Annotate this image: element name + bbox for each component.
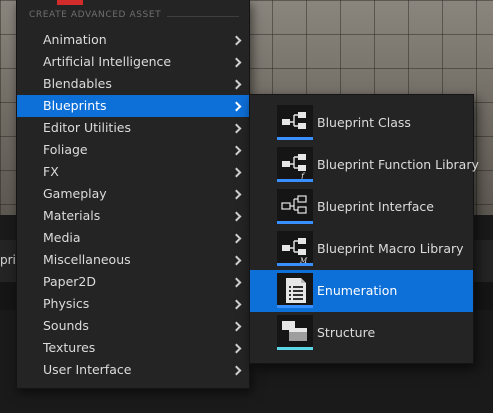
chevron-right-icon [231,167,242,178]
menu-item-label: Paper2D [43,274,96,289]
blueprint-class-icon [277,105,313,140]
section-header: CREATE ADVANCED ASSET [29,10,162,20]
create-advanced-asset-menu: CREATE ADVANCED ASSET Animation Artificia… [16,0,250,389]
asset-type-color-bar [277,347,313,350]
chevron-right-icon [231,189,242,200]
menu-item-label: Media [43,230,81,245]
chevron-right-icon [231,211,242,222]
menu-item-label: Foliage [43,142,88,157]
menu-item-paper2d[interactable]: Paper2D [17,271,249,293]
menu-item-foliage[interactable]: Foliage [17,139,249,161]
enumeration-icon [277,273,313,308]
menu-item-label: FX [43,164,59,179]
asset-type-color-bar [277,137,313,140]
menu-item-label: Sounds [43,318,89,333]
chevron-right-icon [231,79,242,90]
section-divider [167,16,239,17]
menu-item-physics[interactable]: Physics [17,293,249,315]
menu-item-fx[interactable]: FX [17,161,249,183]
menu-item-editor-utilities[interactable]: Editor Utilities [17,117,249,139]
asset-type-color-bar [277,263,313,266]
chevron-right-icon [231,255,242,266]
chevron-right-icon [231,365,242,376]
menu-item-blendables[interactable]: Blendables [17,73,249,95]
menu-item-media[interactable]: Media [17,227,249,249]
blueprints-submenu: Blueprint Class f Blueprint Function Libr… [249,94,479,364]
blueprint-function-library-icon: f [277,147,313,182]
menu-item-sounds[interactable]: Sounds [17,315,249,337]
chevron-right-icon [231,343,242,354]
asset-type-color-bar [277,221,313,224]
submenu-item-blueprint-function-library[interactable]: f Blueprint Function Library [250,144,479,186]
menu-item-label: Miscellaneous [43,252,131,267]
menu-item-label: Blueprints [43,98,107,113]
chevron-right-icon [231,35,242,46]
menu-item-label: Blendables [43,76,112,91]
menu-item-label: Animation [43,32,107,47]
submenu-item-label: Blueprint Interface [317,199,434,214]
menu-anchor-tab [57,0,83,5]
submenu-item-list: Blueprint Class f Blueprint Function Libr… [250,102,479,354]
submenu-item-label: Blueprint Class [317,115,411,130]
submenu-item-label: Structure [317,325,376,340]
menu-item-label: Textures [43,340,96,355]
chevron-right-icon [231,101,242,112]
chevron-right-icon [231,123,242,134]
asset-type-color-bar [277,305,313,308]
menu-item-miscellaneous[interactable]: Miscellaneous [17,249,249,271]
submenu-item-label: Blueprint Macro Library [317,241,464,256]
blueprint-interface-icon [277,189,313,224]
menu-item-list: Animation Artificial Intelligence Blendabl… [17,29,249,381]
submenu-item-blueprint-class[interactable]: Blueprint Class [250,102,473,144]
asset-type-color-bar [277,179,313,182]
chevron-right-icon [231,277,242,288]
menu-item-label: Artificial Intelligence [43,54,172,69]
menu-item-gameplay[interactable]: Gameplay [17,183,249,205]
structure-icon [277,315,313,350]
menu-item-animation[interactable]: Animation [17,29,249,51]
submenu-item-enumeration[interactable]: Enumeration [250,270,473,312]
menu-item-user-interface[interactable]: User Interface [17,359,249,381]
svg-text:f: f [300,172,306,179]
toolbar-text-fragment: pri [0,253,16,267]
menu-item-textures[interactable]: Textures [17,337,249,359]
submenu-item-label: Blueprint Function Library [317,157,479,172]
chevron-right-icon [231,321,242,332]
chevron-right-icon [231,57,242,68]
chevron-right-icon [231,233,242,244]
submenu-item-blueprint-interface[interactable]: Blueprint Interface [250,186,473,228]
menu-item-label: Physics [43,296,90,311]
menu-item-label: User Interface [43,362,132,377]
chevron-right-icon [231,299,242,310]
chevron-right-icon [231,145,242,156]
blueprint-macro-library-icon: M [277,231,313,266]
menu-item-label: Editor Utilities [43,120,132,135]
menu-item-label: Materials [43,208,101,223]
submenu-item-blueprint-macro-library[interactable]: M Blueprint Macro Library [250,228,473,270]
menu-item-materials[interactable]: Materials [17,205,249,227]
submenu-item-structure[interactable]: Structure [250,312,473,354]
submenu-item-label: Enumeration [317,283,398,298]
menu-item-label: Gameplay [43,186,107,201]
menu-item-artificial-intelligence[interactable]: Artificial Intelligence [17,51,249,73]
menu-item-blueprints[interactable]: Blueprints [17,95,249,117]
